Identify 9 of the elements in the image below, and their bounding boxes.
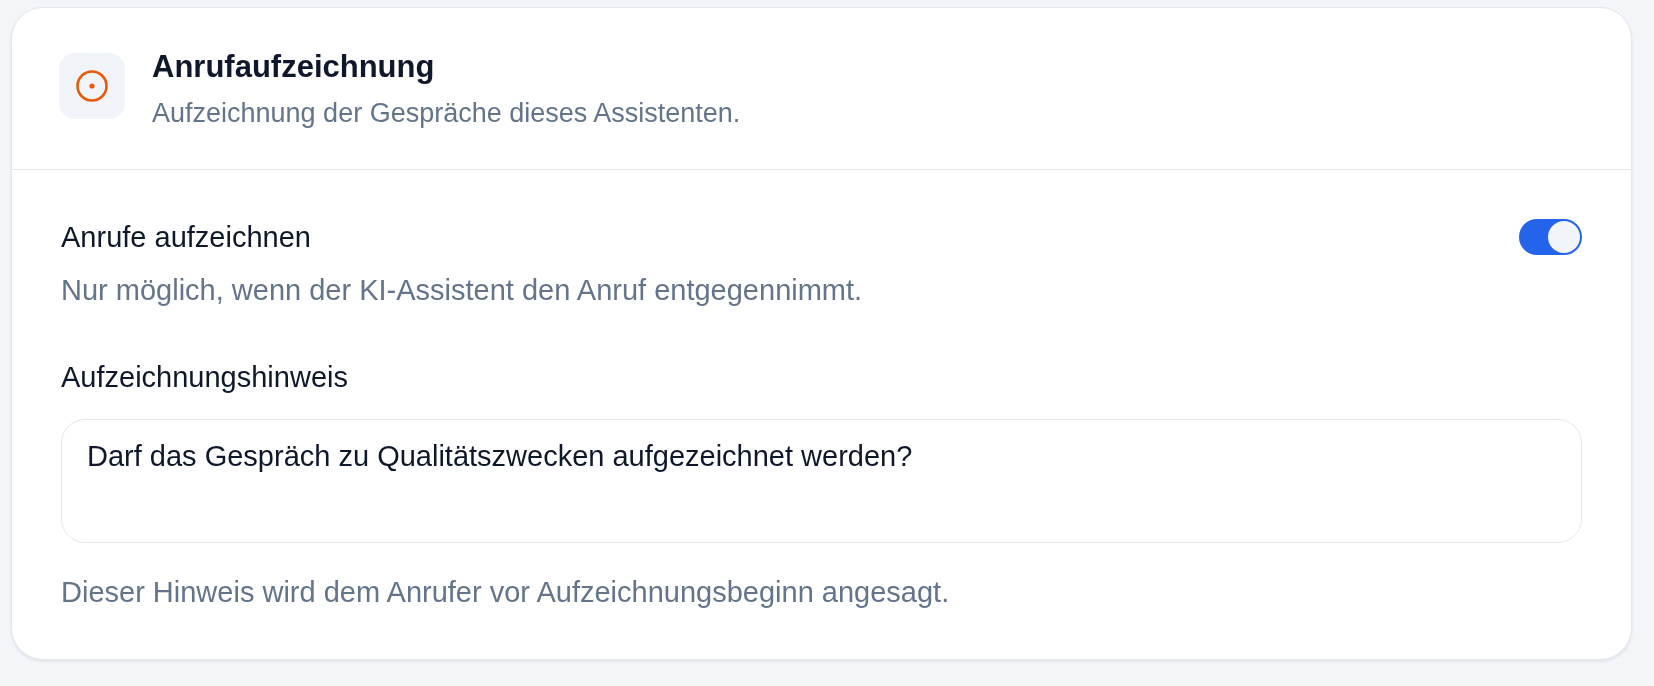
notice-textarea[interactable]: Darf das Gespräch zu Qualitätszwecken aufgezeichnet werden? — [61, 419, 1582, 543]
toggle-switch[interactable] — [1519, 219, 1582, 255]
field-label: Aufzeichnungshinweis — [61, 360, 349, 395]
setting-description: Nur möglich, wenn der KI-Assistent den Anruf entgegennimmt. — [61, 273, 864, 308]
card-subtitle: Aufzeichnung der Gespräche dieses Assistenten. — [152, 97, 741, 130]
card-title: Anrufaufzeichnung — [152, 50, 436, 84]
field-hint: Dieser Hinweis wird dem Anrufer vor Aufzeichnungsbeginn angesagt. — [61, 575, 951, 610]
setting-label: Anrufe aufzeichnen — [61, 220, 311, 255]
record-icon — [59, 53, 125, 119]
